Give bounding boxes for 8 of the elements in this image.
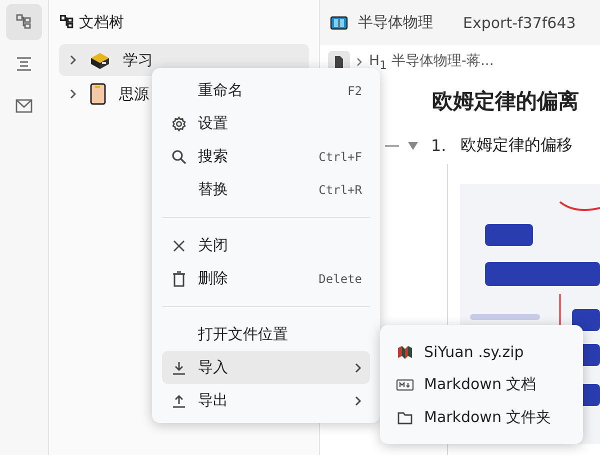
sidebar-title: 文档树 xyxy=(79,12,124,32)
shortcut-hint: Ctrl+F xyxy=(318,150,362,164)
list-number: 1. xyxy=(431,136,446,155)
shortcut-hint: F2 xyxy=(348,84,362,98)
document-heading: 欧姆定律的偏离 xyxy=(432,88,580,115)
shortcut-hint: Ctrl+R xyxy=(318,182,362,196)
shortcut-hint: Delete xyxy=(318,272,362,286)
list-item-text: 欧姆定律的偏移 xyxy=(460,135,572,156)
